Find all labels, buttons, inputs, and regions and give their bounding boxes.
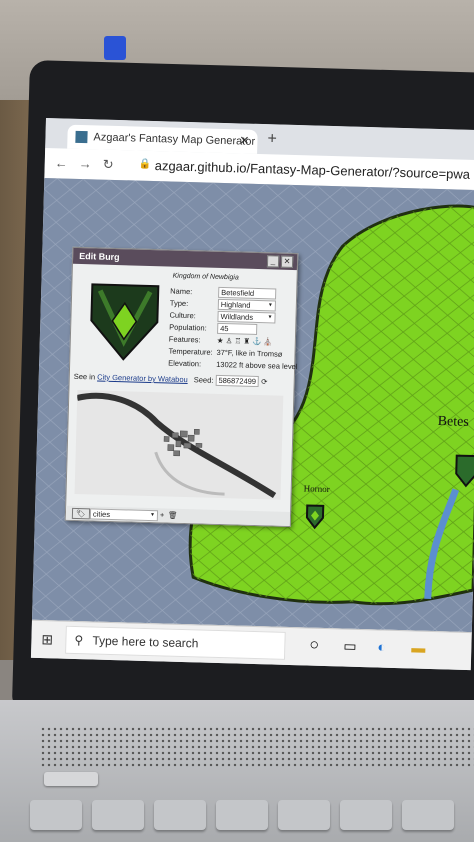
power-button[interactable] bbox=[44, 772, 98, 786]
temperature-label: Temperature: bbox=[168, 346, 213, 357]
features-label: Features: bbox=[168, 334, 201, 345]
key[interactable] bbox=[216, 800, 268, 830]
add-group-icon[interactable]: + bbox=[160, 510, 165, 519]
city-preview-map[interactable] bbox=[74, 389, 284, 500]
tab-close-icon[interactable]: ✕ bbox=[239, 133, 249, 147]
task-view-icon[interactable]: ▭ bbox=[343, 638, 357, 655]
lock-icon: 🔒 bbox=[138, 158, 152, 170]
key[interactable] bbox=[278, 800, 330, 830]
key[interactable] bbox=[340, 800, 392, 830]
coat-of-arms-icon[interactable] bbox=[88, 280, 160, 362]
map-canvas[interactable]: Hornor Betes Edit Burg _ ✕ Kingdom of Ne… bbox=[31, 177, 474, 633]
minimize-button[interactable]: _ bbox=[266, 255, 280, 268]
temperature-value: 37°F, like in Tromsø bbox=[216, 347, 283, 359]
key[interactable] bbox=[154, 800, 206, 830]
cortana-icon[interactable]: ○ bbox=[309, 637, 319, 655]
edit-burg-dialog: Edit Burg _ ✕ Kingdom of Newbigia Name: … bbox=[64, 246, 299, 527]
city-generator-row: See in City Generator by Watabou Seed: 5… bbox=[73, 371, 268, 388]
bottle-cap bbox=[104, 36, 126, 60]
forward-icon[interactable]: → bbox=[79, 156, 92, 171]
culture-label: Culture: bbox=[169, 310, 196, 321]
windows-start-icon[interactable]: ⊞ bbox=[41, 631, 53, 648]
file-explorer-icon[interactable]: ▬ bbox=[411, 639, 425, 655]
tab-title: Azgaar's Fantasy Map Generator bbox=[93, 131, 256, 148]
population-input[interactable]: 45 bbox=[217, 322, 258, 335]
search-placeholder: Type here to search bbox=[92, 633, 199, 651]
seed-input[interactable]: 586872499 bbox=[215, 374, 260, 388]
tag-icon[interactable]: 🏷 bbox=[71, 507, 90, 520]
kingdom-name: Kingdom of Newbigia bbox=[172, 272, 239, 282]
type-select[interactable]: Highland bbox=[217, 298, 276, 312]
taskbar-search[interactable]: ⚲ Type here to search bbox=[65, 625, 286, 660]
favicon-icon bbox=[75, 130, 88, 144]
elevation-label: Elevation: bbox=[168, 358, 202, 369]
regenerate-icon[interactable]: ⟳ bbox=[261, 377, 268, 386]
seed-label: Seed: bbox=[193, 375, 214, 385]
speaker-grille bbox=[40, 726, 474, 768]
group-select[interactable]: cities bbox=[89, 508, 159, 522]
culture-select[interactable]: Wildlands bbox=[217, 310, 276, 324]
population-label: Population: bbox=[169, 322, 207, 333]
url-field[interactable]: azgaar.github.io/Fantasy-Map-Generator/?… bbox=[155, 158, 471, 182]
map-label-betes: Betes bbox=[437, 414, 469, 430]
feature-icons[interactable]: ★ ♙ ♖ ♜ ⚓ ⛪ bbox=[217, 336, 273, 347]
back-icon[interactable]: ← bbox=[55, 155, 68, 170]
city-generator-link[interactable]: City Generator by Watabou bbox=[97, 373, 188, 385]
type-label: Type: bbox=[169, 298, 189, 309]
key[interactable] bbox=[92, 800, 144, 830]
name-label: Name: bbox=[170, 286, 193, 297]
dialog-title: Edit Burg bbox=[72, 247, 298, 271]
key[interactable] bbox=[30, 800, 82, 830]
city-gen-prefix: See in bbox=[73, 371, 96, 382]
new-tab-button[interactable]: + bbox=[267, 130, 277, 148]
key[interactable] bbox=[402, 800, 454, 830]
delete-icon[interactable]: 🗑 bbox=[168, 511, 178, 520]
map-label-hornor: Hornor bbox=[304, 483, 330, 494]
name-input[interactable]: Betesfield bbox=[218, 286, 277, 300]
reload-icon[interactable]: ↻ bbox=[102, 157, 114, 173]
search-icon: ⚲ bbox=[74, 633, 84, 648]
close-button[interactable]: ✕ bbox=[280, 255, 294, 268]
laptop-screen: Azgaar's Fantasy Map Generator ✕ + ← → ↻… bbox=[30, 118, 474, 671]
edge-icon[interactable]: ◐ bbox=[377, 638, 386, 654]
elevation-value: 13022 ft above sea level bbox=[216, 359, 298, 372]
